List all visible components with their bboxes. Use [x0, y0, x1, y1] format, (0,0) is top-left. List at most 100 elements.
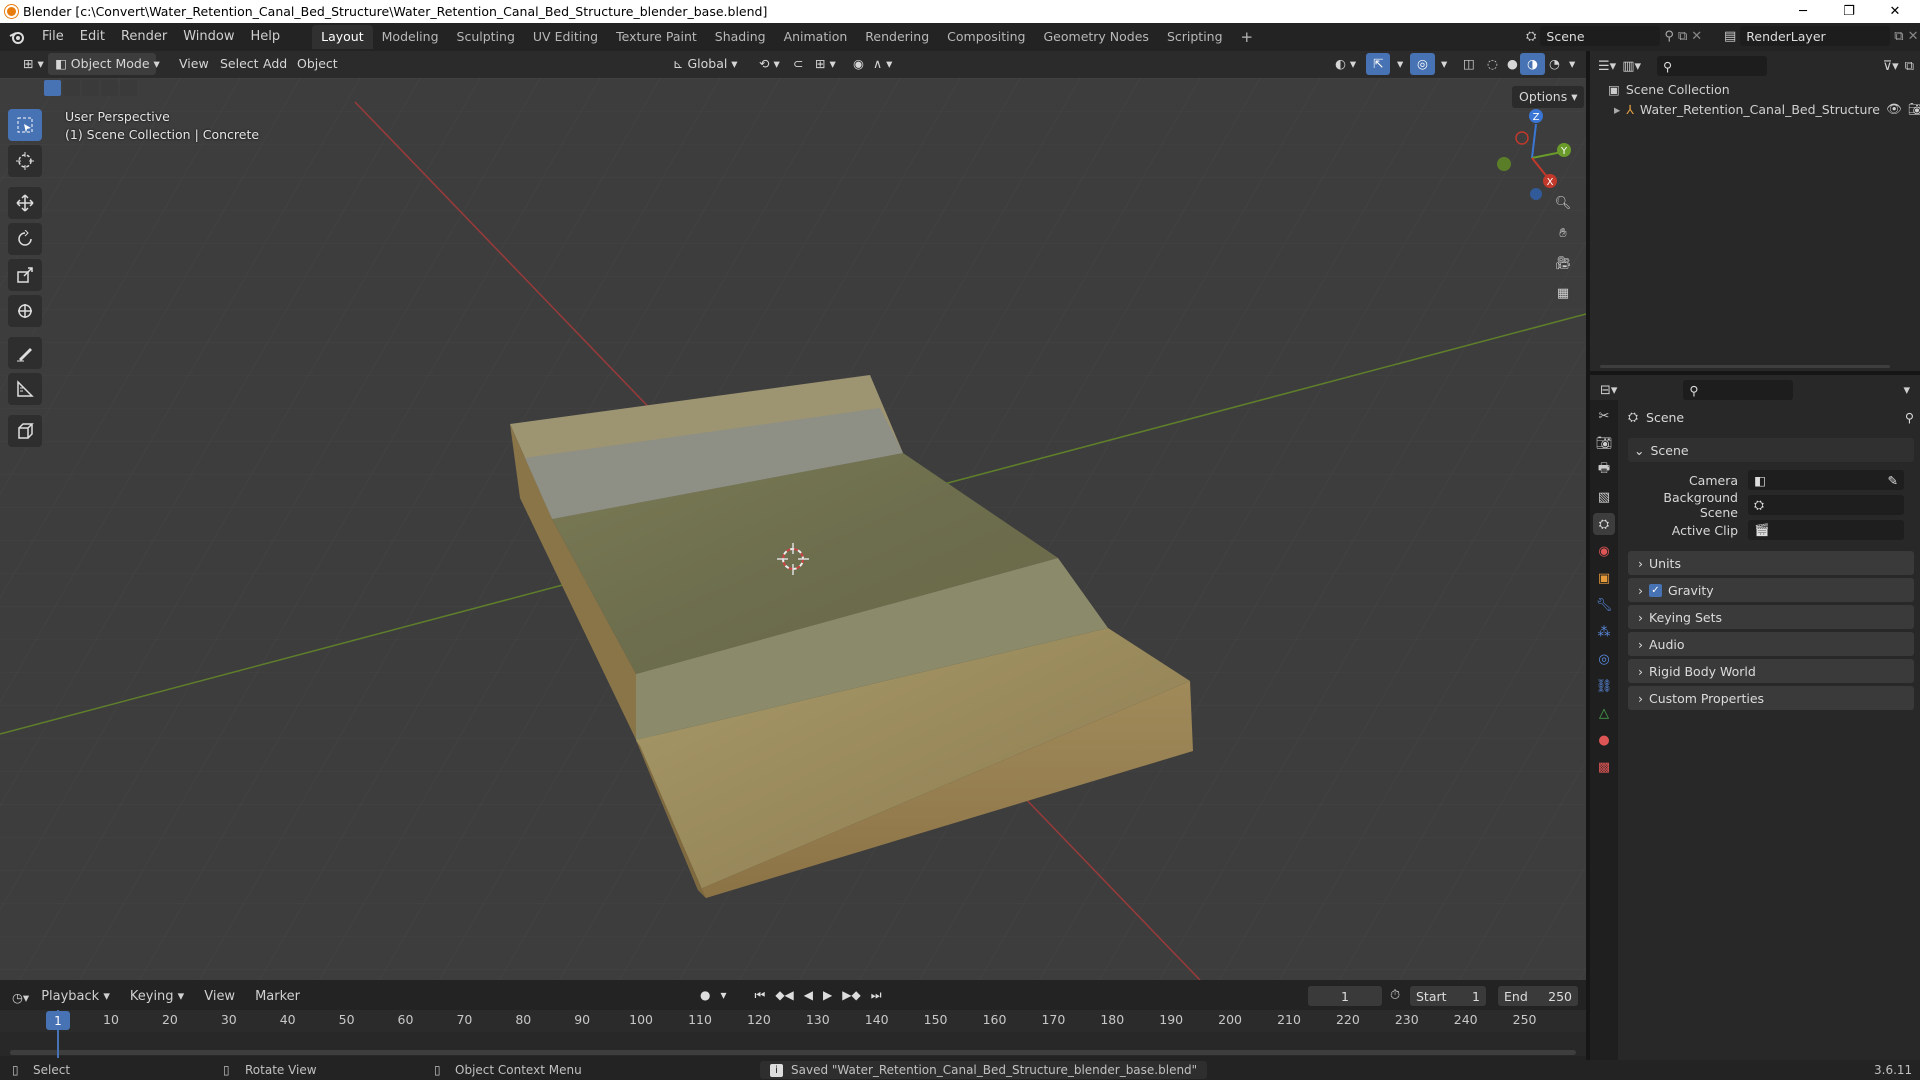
zoom-icon[interactable]: 🔍︎ — [1550, 190, 1576, 216]
particles-tab-icon[interactable]: ⁂ — [1593, 621, 1615, 643]
prev-keyframe-icon[interactable]: ◆◀ — [775, 988, 793, 1003]
new-view-layer-icon[interactable]: ⧉ — [1894, 29, 1903, 44]
play-icon[interactable]: ▶ — [823, 988, 832, 1003]
add-menu[interactable]: Add — [256, 53, 294, 75]
tab-geometry-nodes[interactable]: Geometry Nodes — [1035, 25, 1158, 49]
timeline-editor-type-icon[interactable]: ◷▾ — [12, 990, 29, 1005]
tab-uv-editing[interactable]: UV Editing — [524, 25, 607, 49]
select-new-icon[interactable] — [44, 80, 61, 96]
playhead-frame-badge[interactable]: 1 — [46, 1011, 70, 1030]
tab-rendering[interactable]: Rendering — [856, 25, 938, 49]
end-frame-field[interactable]: End 250 — [1498, 986, 1578, 1006]
scene-tab-icon[interactable]: ⛭ — [1593, 513, 1615, 535]
snap-icon[interactable]: ⊂ — [786, 53, 810, 75]
delete-scene-icon[interactable]: ✕ — [1691, 29, 1702, 44]
jump-end-icon[interactable]: ⏭ — [871, 988, 882, 1003]
tab-scripting[interactable]: Scripting — [1158, 25, 1232, 49]
menu-render[interactable]: Render — [113, 26, 175, 48]
constraints-tab-icon[interactable]: ⛓ — [1593, 675, 1615, 697]
add-workspace-button[interactable]: + — [1232, 25, 1263, 49]
tab-sculpting[interactable]: Sculpting — [448, 25, 524, 49]
keying-menu[interactable]: Keying ▾ — [122, 986, 192, 1008]
rigid-body-world-panel[interactable]: › Rigid Body World — [1628, 659, 1914, 683]
marker-menu[interactable]: Marker — [247, 986, 308, 1008]
units-panel[interactable]: › Units — [1628, 551, 1914, 575]
tab-texture-paint[interactable]: Texture Paint — [607, 25, 706, 49]
outliner-scrollbar[interactable] — [1600, 365, 1890, 368]
play-reverse-icon[interactable]: ◀ — [804, 988, 813, 1003]
menu-help[interactable]: Help — [243, 26, 289, 48]
cursor-tool-icon[interactable] — [8, 145, 42, 177]
visibility-icon[interactable]: ◐ ▾ — [1328, 53, 1363, 75]
preview-range-icon[interactable]: ⏱ — [1390, 988, 1400, 1003]
custom-properties-panel[interactable]: › Custom Properties — [1628, 686, 1914, 710]
record-icon[interactable]: ● — [700, 988, 710, 1003]
eye-icon[interactable]: 👁︎ — [1886, 101, 1902, 117]
timeline-view-menu[interactable]: View — [196, 986, 243, 1008]
properties-editor-type-icon[interactable]: ⊟▾ — [1600, 383, 1617, 398]
outliner-search-input[interactable]: ⚲ — [1657, 56, 1767, 76]
select-subtract-icon[interactable] — [82, 80, 99, 96]
tab-shading[interactable]: Shading — [706, 25, 775, 49]
camera-view-icon[interactable]: 🎥︎ — [1550, 250, 1576, 276]
gravity-checkbox[interactable]: ✓ — [1649, 583, 1662, 597]
editor-type-icon[interactable]: ⊞ ▾ — [16, 53, 51, 75]
camera-render-icon[interactable]: 📷︎ — [1908, 101, 1920, 117]
annotate-tool-icon[interactable] — [8, 337, 42, 369]
object-mode-dropdown[interactable]: ◧ Object Mode ▾ — [48, 53, 160, 75]
audio-panel[interactable]: › Audio — [1628, 632, 1914, 656]
overlays-toggle-icon[interactable]: ◎ — [1410, 53, 1435, 75]
modifier-tab-icon[interactable]: 🔧︎ — [1593, 594, 1615, 616]
move-tool-icon[interactable] — [8, 187, 42, 219]
maximize-button[interactable]: ❐ — [1826, 0, 1872, 23]
texture-tab-icon[interactable]: ▩ — [1593, 756, 1615, 778]
playback-menu[interactable]: Playback ▾ — [33, 986, 118, 1008]
3d-viewport[interactable]: Z Y X User Perspective (1) Scene Collect… — [0, 78, 1586, 980]
select-intersect-icon[interactable] — [120, 80, 137, 96]
physics-tab-icon[interactable]: ◎ — [1593, 648, 1615, 670]
data-tab-icon[interactable]: △ — [1593, 702, 1615, 724]
options-dropdown[interactable]: Options ▾ — [1512, 86, 1585, 108]
gizmo-dropdown-icon[interactable]: ▾ — [1390, 53, 1410, 75]
pan-hand-icon[interactable]: ✋︎ — [1550, 220, 1576, 246]
timeline-scrollbar[interactable] — [10, 1050, 1576, 1055]
pin-icon[interactable]: ⚲ — [1664, 29, 1674, 44]
display-mode-icon[interactable]: ▥▾ — [1622, 59, 1641, 74]
transform-tool-icon[interactable] — [8, 295, 42, 327]
select-box-tool-icon[interactable] — [8, 109, 42, 141]
next-keyframe-icon[interactable]: ▶◆ — [842, 988, 860, 1003]
select-invert-icon[interactable] — [101, 80, 118, 96]
view-layer-name-field[interactable]: RenderLayer — [1740, 26, 1891, 46]
scene-selector[interactable]: ⛭ Scene ⚲ ⧉ ✕ — [1526, 26, 1702, 46]
keying-sets-panel[interactable]: › Keying Sets — [1628, 605, 1914, 629]
eyedropper-icon[interactable]: ✎ — [1888, 473, 1898, 488]
render-tab-icon[interactable]: 📷︎ — [1593, 432, 1615, 454]
scene-name-field[interactable]: Scene — [1540, 26, 1661, 46]
select-extend-icon[interactable] — [63, 80, 80, 96]
jump-start-icon[interactable]: ⏮ — [755, 988, 766, 1003]
background-scene-field[interactable]: ⛭ — [1748, 495, 1904, 515]
rotate-tool-icon[interactable] — [8, 223, 42, 255]
world-tab-icon[interactable]: ◉ — [1593, 540, 1615, 562]
measure-tool-icon[interactable] — [8, 373, 42, 405]
scene-section-header[interactable]: ⌄ Scene — [1628, 438, 1914, 462]
close-window-button[interactable]: ✕ — [1872, 0, 1918, 23]
view-layer-tab-icon[interactable]: ▧ — [1593, 486, 1615, 508]
object-tab-icon[interactable]: ▣ — [1593, 567, 1615, 589]
object-menu[interactable]: Object — [290, 53, 345, 75]
minimize-button[interactable]: ─ — [1780, 0, 1826, 23]
camera-field[interactable]: ◧ ✎ — [1748, 470, 1904, 490]
active-clip-field[interactable]: 🎬︎ — [1748, 520, 1904, 540]
gravity-panel[interactable]: › ✓ Gravity — [1628, 578, 1914, 602]
properties-search-input[interactable]: ⚲ — [1683, 380, 1794, 400]
tab-modeling[interactable]: Modeling — [373, 25, 448, 49]
outliner-editor-type-icon[interactable]: ☰▾ — [1598, 59, 1616, 74]
new-scene-icon[interactable]: ⧉ — [1678, 29, 1687, 44]
view-menu[interactable]: View — [172, 53, 216, 75]
menu-file[interactable]: File — [34, 26, 72, 48]
outliner-item-canal[interactable]: ▸ ⅄ Water_Retention_Canal_Bed_Structure … — [1614, 99, 1920, 119]
orthographic-toggle-icon[interactable]: ▦ — [1550, 280, 1576, 306]
delete-view-layer-icon[interactable]: ✕ — [1908, 29, 1919, 44]
scale-tool-icon[interactable] — [8, 259, 42, 291]
properties-options-icon[interactable]: ▾ — [1903, 383, 1910, 398]
